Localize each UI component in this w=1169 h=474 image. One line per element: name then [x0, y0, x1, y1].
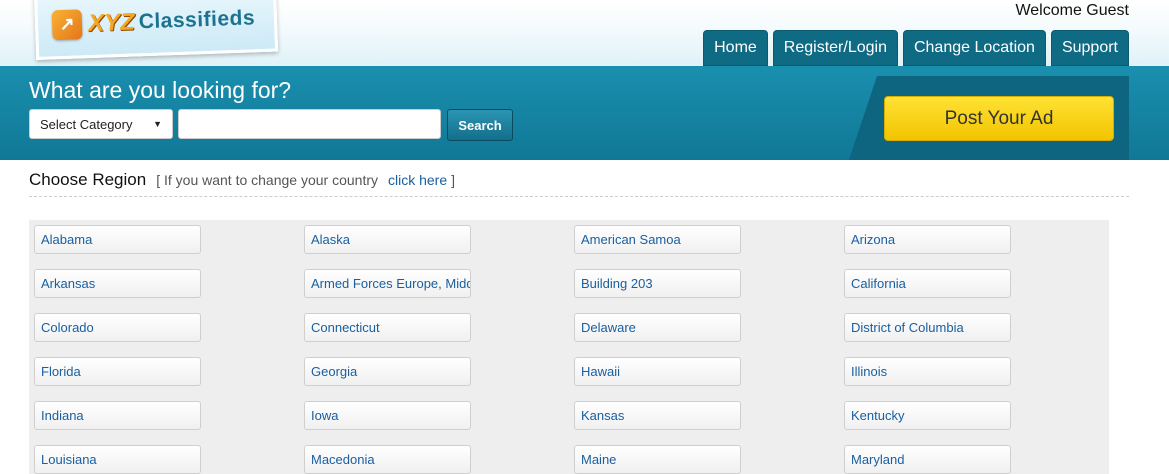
- region-item[interactable]: Hawaii: [574, 357, 741, 386]
- nav-change-location[interactable]: Change Location: [902, 30, 1046, 66]
- nav-support[interactable]: Support: [1050, 30, 1129, 66]
- region-item[interactable]: Illinois: [844, 357, 1011, 386]
- region-item[interactable]: Delaware: [574, 313, 741, 342]
- region-item[interactable]: Alaska: [304, 225, 471, 254]
- region-item[interactable]: Kansas: [574, 401, 741, 430]
- region-item[interactable]: American Samoa: [574, 225, 741, 254]
- region-item[interactable]: Indiana: [34, 401, 201, 430]
- main-nav: Home Register/Login Change Location Supp…: [703, 30, 1129, 66]
- region-item[interactable]: District of Columbia: [844, 313, 1011, 342]
- caret-down-icon: ▼: [153, 119, 162, 129]
- region-item[interactable]: Connecticut: [304, 313, 471, 342]
- site-logo[interactable]: ↗ XYZ Classifieds: [34, 0, 279, 60]
- region-item[interactable]: Colorado: [34, 313, 201, 342]
- region-item[interactable]: Alabama: [34, 225, 201, 254]
- change-country-link[interactable]: click here: [388, 172, 447, 188]
- region-item[interactable]: Maryland: [844, 445, 1011, 474]
- region-item[interactable]: Kentucky: [844, 401, 1011, 430]
- region-item[interactable]: Arkansas: [34, 269, 201, 298]
- region-title: Choose Region: [29, 170, 147, 189]
- post-ad-button[interactable]: Post Your Ad: [884, 96, 1114, 141]
- logo-brand-xyz: XYZ: [87, 8, 136, 37]
- region-divider: [29, 196, 1129, 197]
- region-header: Choose Region [ If you want to change yo…: [29, 170, 455, 190]
- region-item[interactable]: Louisiana: [34, 445, 201, 474]
- region-item[interactable]: Building 203: [574, 269, 741, 298]
- welcome-text: Welcome Guest: [1015, 2, 1129, 19]
- search-button[interactable]: Search: [447, 109, 513, 141]
- region-item[interactable]: Florida: [34, 357, 201, 386]
- search-title: What are you looking for?: [29, 77, 292, 103]
- nav-home[interactable]: Home: [703, 30, 768, 66]
- nav-register-login[interactable]: Register/Login: [772, 30, 898, 66]
- region-item[interactable]: Georgia: [304, 357, 471, 386]
- region-grid: Alabama Alaska American Samoa Arizona Ar…: [29, 220, 1109, 474]
- region-item[interactable]: Arizona: [844, 225, 1011, 254]
- region-item[interactable]: California: [844, 269, 1011, 298]
- logo-arrow-icon: ↗: [51, 8, 83, 40]
- region-note-close: ]: [451, 172, 456, 188]
- category-select[interactable]: Select Category ▼: [29, 109, 173, 139]
- logo-brand-classifieds: Classifieds: [138, 5, 256, 33]
- region-item[interactable]: Macedonia: [304, 445, 471, 474]
- search-input[interactable]: [178, 109, 441, 139]
- region-item[interactable]: Maine: [574, 445, 741, 474]
- region-note: [ If you want to change your country: [156, 172, 378, 188]
- category-select-value: Select Category: [40, 116, 133, 132]
- region-item[interactable]: Armed Forces Europe, Middle East, Africa…: [304, 269, 471, 298]
- region-item[interactable]: Iowa: [304, 401, 471, 430]
